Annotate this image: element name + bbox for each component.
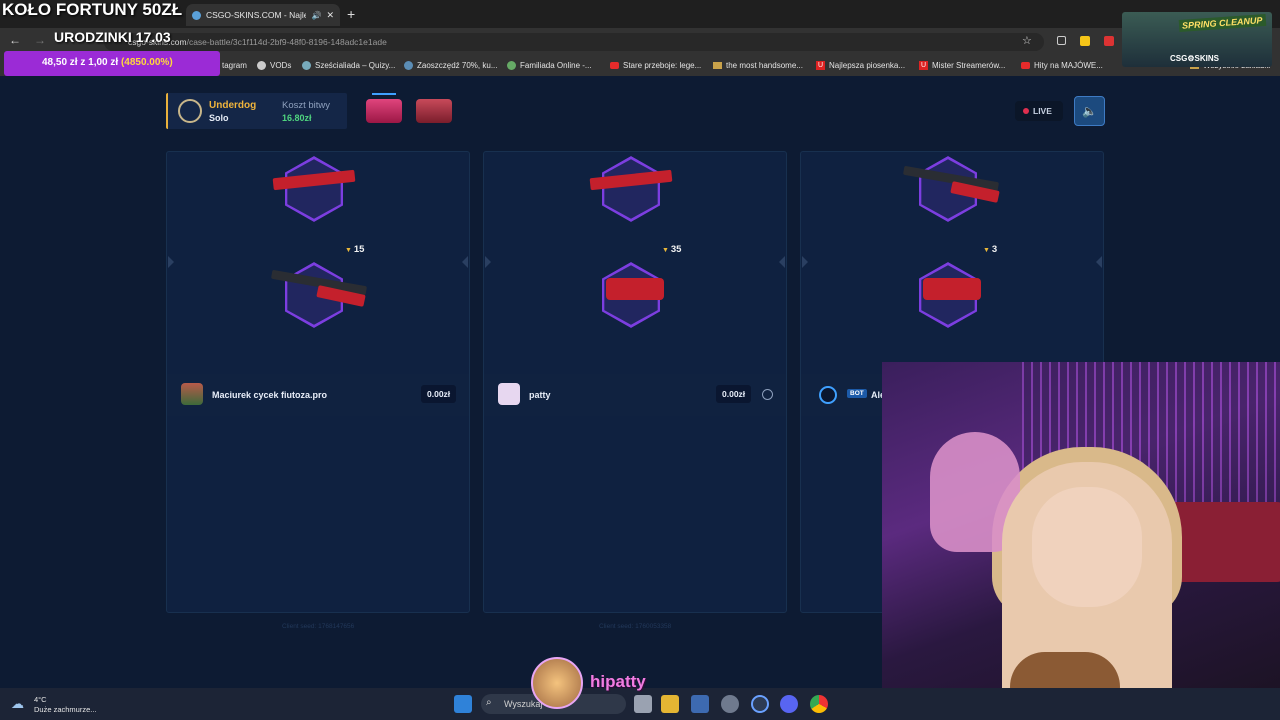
search-placeholder: Wyszukaj xyxy=(504,699,543,709)
battle-mode: Underdog xyxy=(209,100,257,111)
player-name: patty xyxy=(529,390,551,400)
player-row[interactable]: Maciurek cycek fiutoza.pro 0.00zł xyxy=(167,374,469,416)
item-slot xyxy=(602,156,660,222)
back-arrow-icon[interactable]: ← xyxy=(9,33,21,47)
bookmark-item[interactable]: Zaoszczędź 70%, ku... xyxy=(404,61,497,70)
bookmark-item[interactable]: Stare przeboje: lege... xyxy=(610,61,701,70)
battle-cost-label: Koszt bitwy xyxy=(282,100,331,111)
bookmark-item[interactable]: tagram xyxy=(222,61,247,70)
stream-title-overlay: KOŁO FORTUNY 50ZŁ xyxy=(2,0,183,19)
temperature: 4°C xyxy=(34,695,47,704)
globe-icon xyxy=(257,61,266,70)
sound-toggle-button[interactable]: 🔈 xyxy=(1074,96,1105,126)
client-seed: Client seed: 1760053358 xyxy=(599,623,672,630)
battle-cost-value: 16.80zł xyxy=(282,113,312,123)
avatar xyxy=(498,383,520,405)
streamer-name-overlay: hipatty xyxy=(590,672,646,691)
avatar xyxy=(181,383,203,405)
underdog-crest-icon xyxy=(178,99,202,123)
goal-amount: 48,50 zł z 1,00 zł xyxy=(42,57,119,68)
discord-icon[interactable] xyxy=(780,695,798,713)
bookmark-item[interactable]: Sześcialiada – Quizy... xyxy=(302,61,395,70)
sofa xyxy=(1167,502,1280,582)
task-view-icon[interactable] xyxy=(634,695,652,713)
folder-icon xyxy=(713,62,722,69)
extension-red-icon[interactable] xyxy=(1104,36,1114,46)
extension-yellow-icon[interactable] xyxy=(1080,36,1090,46)
bookmark-item[interactable]: Familiada Online -... xyxy=(507,61,592,70)
bookmark-item[interactable]: the most handsome... xyxy=(713,61,803,70)
webcam-overlay xyxy=(882,362,1280,720)
player-value: 0.00zł xyxy=(716,385,752,403)
birthday-overlay: URODZINKI 17.03 xyxy=(54,29,171,45)
search-icon: ⌕ xyxy=(486,697,492,708)
tab-title: CSGO-SKINS.COM - Najlep xyxy=(206,10,307,20)
windows-start-icon[interactable] xyxy=(454,695,472,713)
donation-goal-bar: 48,50 zł z 1,00 zł (4850.00%) xyxy=(4,51,220,76)
store-icon[interactable] xyxy=(691,695,709,713)
close-tab-icon[interactable]: ✕ xyxy=(326,10,334,21)
steam-icon xyxy=(404,61,413,70)
bookmark-item[interactable]: Hity na MAJÓWE... xyxy=(1021,61,1103,70)
panel-arrow-right-icon xyxy=(779,256,785,268)
case-thumbnail[interactable] xyxy=(366,99,402,123)
live-dot-icon xyxy=(1023,108,1029,114)
promo-headline: SPRING CLEANUP xyxy=(1179,13,1267,33)
live-badge: LIVE xyxy=(1015,101,1063,121)
u-icon: U xyxy=(816,61,825,70)
youtube-icon xyxy=(1021,62,1030,69)
weapon-image xyxy=(606,278,664,300)
player-row[interactable]: patty 0.00zł xyxy=(484,374,786,416)
globe-icon xyxy=(507,61,516,70)
player-row[interactable]: BOT Ale xyxy=(801,374,885,416)
active-case-indicator xyxy=(372,93,396,95)
client-seed: Client seed: 1768147656 xyxy=(282,623,355,630)
bookmark-item[interactable]: U Najlepsza piosenka... xyxy=(816,61,905,70)
panel-arrow-left-icon xyxy=(168,256,174,268)
panel-arrow-left-icon xyxy=(485,256,491,268)
streamer-avatar xyxy=(531,657,583,709)
goal-percent: (4850.00%) xyxy=(120,57,173,68)
bookmark-star-icon[interactable]: ☆ xyxy=(1022,34,1032,47)
item-price: 3 xyxy=(983,244,997,255)
site-favicon-icon xyxy=(192,10,201,20)
browser-tab[interactable]: CSGO-SKINS.COM - Najlep 🔊 ✕ xyxy=(186,4,340,26)
item-price: 15 xyxy=(345,244,365,255)
promo-banner: SPRING CLEANUP CSG⚙SKINS xyxy=(1122,12,1272,67)
player-value: 0.00zł xyxy=(421,385,457,403)
weather-widget[interactable]: 4°C Duże zachmurze... xyxy=(34,695,97,715)
app-icon[interactable] xyxy=(751,695,769,713)
extension-icon[interactable] xyxy=(1057,36,1066,45)
promo-brand: CSG⚙SKINS xyxy=(1170,54,1219,63)
bookmark-item[interactable]: U Mister Streamerów... xyxy=(919,61,1005,70)
cloud-icon: ☁ xyxy=(11,696,24,711)
u-icon: U xyxy=(919,61,928,70)
url-path: /case-battle/3c1f114d-2bf9-48f0-8196-148… xyxy=(186,37,387,47)
speaker-icon[interactable]: 🔊 xyxy=(311,11,321,20)
item-slot xyxy=(285,156,343,222)
item-price: 35 xyxy=(662,244,682,255)
file-explorer-icon[interactable] xyxy=(661,695,679,713)
forward-arrow-icon[interactable]: → xyxy=(34,33,46,47)
weapon-image xyxy=(923,278,981,300)
weather-desc: Duże zachmurze... xyxy=(34,705,97,714)
panel-arrow-left-icon xyxy=(802,256,808,268)
streamer-face xyxy=(1032,487,1142,607)
new-tab-button[interactable]: + xyxy=(347,6,355,22)
bot-avatar-icon xyxy=(819,386,837,404)
battle-mode-sub: Solo xyxy=(209,113,229,123)
bot-badge: BOT xyxy=(847,389,867,398)
url-field[interactable]: csgo-skins.com/case-battle/3c1f114d-2bf9… xyxy=(104,33,1044,51)
globe-icon xyxy=(302,61,311,70)
player-name: Maciurek cycek fiutoza.pro xyxy=(212,390,328,400)
panel-arrow-right-icon xyxy=(1096,256,1102,268)
emoji-icon[interactable] xyxy=(762,389,773,400)
youtube-icon xyxy=(610,62,619,69)
chrome-icon[interactable] xyxy=(810,695,828,713)
panel-arrow-right-icon xyxy=(462,256,468,268)
settings-gear-icon[interactable] xyxy=(721,695,739,713)
bookmark-item[interactable]: VODs xyxy=(257,61,291,70)
case-thumbnail[interactable] xyxy=(416,99,452,123)
